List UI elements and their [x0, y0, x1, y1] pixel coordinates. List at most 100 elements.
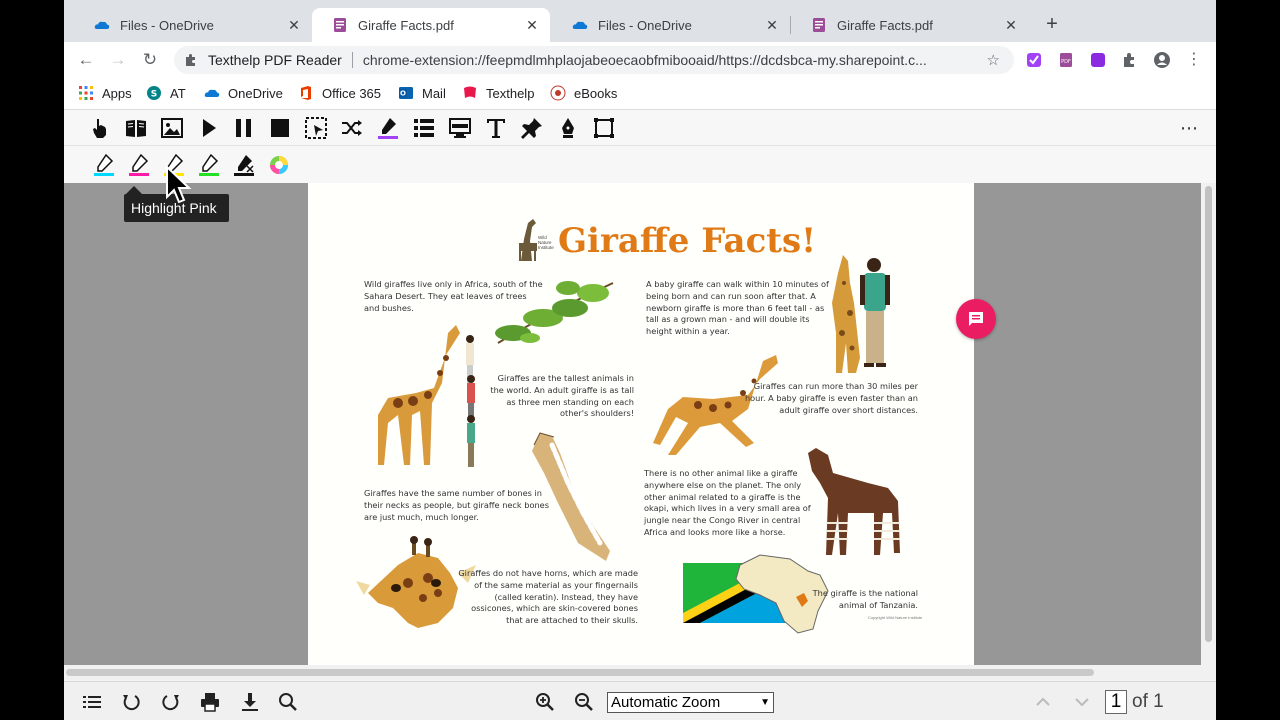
tab-files-onedrive-1[interactable]: Files - OneDrive ✕ — [74, 8, 312, 42]
url-text: chrome-extension://feepmdlmhplaojabeoeca… — [362, 52, 927, 68]
fact-paragraph: There is no other animal like a giraffe … — [644, 468, 811, 537]
close-icon[interactable]: ✕ — [764, 17, 780, 34]
bookmark-label: OneDrive — [228, 85, 283, 101]
logo-text: Wild Nature Institute — [538, 235, 554, 250]
onedrive-icon — [204, 89, 220, 97]
tab-files-onedrive-2[interactable]: Files - OneDrive ✕ — [552, 8, 790, 42]
zoom-select[interactable]: Automatic Zoom ▼ — [607, 692, 774, 713]
bookmark-label: AT — [170, 85, 186, 101]
page-count-label: of 1 — [1132, 691, 1164, 712]
purple-extension-icon[interactable] — [1090, 52, 1106, 68]
horizontal-scrollbar-thumb[interactable] — [66, 669, 1094, 676]
pause-icon[interactable] — [232, 116, 256, 140]
texthelp-toolbar: ⋯ — [64, 110, 1216, 146]
adult-giraffe-and-men-image — [378, 325, 475, 467]
new-tab-button[interactable]: + — [1040, 13, 1064, 37]
onedrive-icon — [572, 21, 588, 29]
picture-icon[interactable] — [160, 116, 184, 140]
bookmark-label: eBooks — [574, 85, 618, 101]
address-bar[interactable]: Texthelp PDF Reader chrome-extension://f… — [174, 46, 1014, 74]
puzzle-icon — [186, 54, 195, 66]
tab-giraffe-pdf-2[interactable]: Giraffe Facts.pdf ✕ — [791, 8, 1029, 42]
back-icon[interactable]: ← — [76, 50, 96, 70]
hand-pointer-icon[interactable] — [88, 116, 112, 140]
collect-highlights-icon[interactable] — [267, 153, 291, 177]
tab-giraffe-pdf-active[interactable]: Giraffe Facts.pdf ✕ — [312, 8, 550, 42]
close-icon[interactable]: ✕ — [1003, 17, 1019, 34]
pdf-icon — [813, 18, 825, 32]
bookmark-texthelp[interactable]: Texthelp — [462, 85, 534, 101]
book-icon[interactable] — [124, 116, 148, 140]
outline-list-icon[interactable] — [82, 692, 102, 712]
bookmark-onedrive[interactable]: OneDrive — [204, 85, 283, 101]
play-icon[interactable] — [196, 116, 220, 140]
star-icon[interactable]: ☆ — [987, 51, 1000, 69]
onedrive-icon — [94, 21, 110, 29]
more-options-icon[interactable]: ⋯ — [1180, 118, 1198, 139]
page-number-input[interactable]: 1 — [1105, 690, 1127, 714]
bookmark-label: Office 365 — [322, 85, 382, 101]
search-icon[interactable] — [278, 692, 298, 712]
shuffle-icon[interactable] — [340, 116, 364, 140]
add-comment-button[interactable] — [956, 299, 996, 339]
fact-paragraph: Giraffes do not have horns, which are ma… — [458, 568, 638, 626]
svg-text:S: S — [151, 90, 157, 100]
clear-highlights-icon[interactable] — [232, 153, 256, 177]
profile-avatar-icon[interactable] — [1154, 52, 1170, 68]
text-icon[interactable] — [484, 116, 508, 140]
fact-paragraph: Giraffes have the same number of bones i… — [364, 488, 549, 522]
fact-paragraph: Giraffes are the tallest animals in the … — [490, 373, 634, 419]
office-icon — [301, 86, 311, 100]
sharepoint-icon: S — [147, 86, 161, 100]
download-icon[interactable] — [240, 692, 260, 712]
divider — [351, 52, 353, 68]
extension-name: Texthelp PDF Reader — [208, 52, 342, 68]
pin-icon[interactable] — [520, 116, 544, 140]
texthelp-extension-icon[interactable] — [1026, 52, 1042, 68]
menu-kebab-icon[interactable]: ⋮ — [1184, 50, 1204, 70]
pdf-extension-icon[interactable]: PDF — [1058, 52, 1074, 68]
ebooks-icon — [550, 85, 566, 101]
outlook-icon: O — [399, 87, 413, 99]
bookmark-label: Apps — [102, 85, 132, 101]
highlight-cyan-icon[interactable] — [92, 153, 116, 177]
bookmark-ebooks[interactable]: eBooks — [550, 85, 617, 101]
browser-window: Files - OneDrive ✕ Giraffe Facts.pdf ✕ F… — [64, 0, 1216, 720]
screen-selection-icon[interactable] — [304, 116, 328, 140]
zoom-out-icon[interactable] — [574, 692, 594, 712]
print-icon[interactable] — [200, 692, 220, 712]
vertical-scrollbar-thumb[interactable] — [1205, 186, 1212, 642]
fact-paragraph: A baby giraffe can walk within 10 minute… — [646, 279, 829, 337]
comment-icon — [969, 312, 983, 326]
forward-icon[interactable]: → — [108, 50, 128, 70]
rotate-counterclockwise-icon[interactable] — [121, 692, 141, 712]
bookmark-apps[interactable]: Apps — [78, 85, 132, 101]
tab-strip: Files - OneDrive ✕ Giraffe Facts.pdf ✕ F… — [64, 0, 1216, 42]
man-and-baby-giraffe-image — [832, 255, 890, 373]
fact-paragraph: The giraffe is the national animal of Ta… — [812, 588, 918, 610]
chevron-down-icon: ▼ — [760, 697, 770, 708]
close-icon[interactable]: ✕ — [524, 17, 540, 34]
previous-page-icon[interactable] — [1033, 692, 1053, 712]
reload-icon[interactable]: ↻ — [140, 50, 160, 70]
rotate-clockwise-icon[interactable] — [161, 692, 181, 712]
highlighter-icon[interactable] — [376, 116, 400, 140]
extensions-puzzle-icon[interactable] — [1122, 52, 1138, 68]
list-icon[interactable] — [412, 116, 436, 140]
pen-nib-icon[interactable] — [556, 116, 580, 140]
tooltip-caret — [126, 186, 142, 194]
crop-frame-icon[interactable] — [592, 116, 616, 140]
zoom-in-icon[interactable] — [535, 692, 555, 712]
screen-mask-icon[interactable] — [448, 116, 472, 140]
bookmark-office365[interactable]: Office 365 — [298, 85, 381, 101]
highlight-pink-icon[interactable] — [127, 153, 151, 177]
close-icon[interactable]: ✕ — [286, 17, 302, 34]
stop-icon[interactable] — [268, 116, 292, 140]
highlight-green-icon[interactable] — [197, 153, 221, 177]
bookmark-at[interactable]: S AT — [146, 85, 186, 101]
pdf-icon — [334, 18, 346, 32]
bookmark-mail[interactable]: O Mail — [398, 85, 446, 101]
pdf-title: Giraffe Facts! — [558, 221, 817, 261]
next-page-icon[interactable] — [1072, 692, 1092, 712]
fact-paragraph: Wild giraffes live only in Africa, south… — [364, 279, 543, 313]
